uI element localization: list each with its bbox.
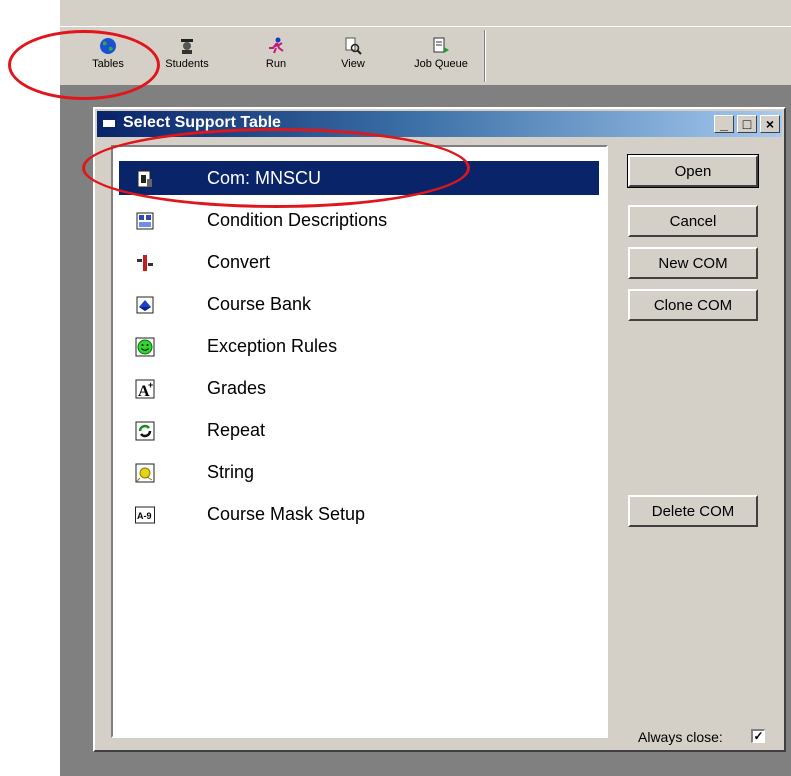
cancel-button[interactable]: Cancel [628, 205, 758, 237]
support-table-list[interactable]: Com: MNSCU Condition Descriptions Conver… [111, 145, 608, 738]
svg-text:+: + [148, 380, 153, 390]
list-item-string[interactable]: String [119, 455, 599, 489]
dialog-titlebar[interactable]: Select Support Table _ □ × [97, 111, 782, 137]
always-close-checkbox[interactable]: ✓ [751, 729, 765, 743]
com-table-icon [137, 170, 152, 188]
minimize-button[interactable]: _ [714, 115, 734, 133]
list-item-label: Exception Rules [207, 336, 338, 356]
smiley-icon [135, 337, 155, 357]
course-bank-icon [136, 296, 154, 314]
convert-icon [137, 255, 153, 271]
toolbar-item-label: View [341, 58, 365, 70]
list-item-repeat[interactable]: Repeat [119, 413, 599, 447]
open-button[interactable]: Open [627, 154, 759, 188]
string-ball-icon [135, 463, 155, 483]
maximize-button[interactable]: □ [737, 115, 757, 133]
new-com-button[interactable]: New COM [628, 247, 758, 279]
dialog-title: Select Support Table [123, 114, 281, 131]
svg-text:A-9: A-9 [137, 511, 152, 521]
list-item-convert[interactable]: Convert [119, 245, 599, 279]
globe-icon [100, 38, 116, 54]
toolbar-item-label: Tables [92, 58, 124, 70]
toolbar-item-label: Run [265, 58, 287, 70]
toolbar-tables-button[interactable]: Tables [80, 32, 136, 80]
list-item-label: Grades [207, 378, 267, 398]
toolbar-job-queue-button[interactable]: Job Queue [406, 32, 476, 80]
list-item-label: Condition Descriptions [207, 210, 388, 230]
toolbar-students-button[interactable]: Students [159, 32, 215, 80]
list-item-com-mnscu[interactable]: Com: MNSCU [119, 161, 599, 195]
list-item-condition-descriptions[interactable]: Condition Descriptions [119, 203, 599, 237]
toolbar-view-button[interactable]: View [325, 32, 381, 80]
list-item-label: Course Bank [207, 294, 312, 314]
runner-icon [269, 37, 284, 54]
select-support-table-dialog: Select Support Table _ □ × Com: MNSCU Co… [93, 107, 786, 752]
repeat-icon [135, 421, 155, 441]
a-9-mask-icon: A-9 [135, 506, 155, 524]
list-item-label: Com: MNSCU [207, 168, 322, 188]
toolbar-separator [484, 30, 486, 82]
list-item-grades[interactable]: A + Grades [119, 371, 599, 405]
clone-com-button[interactable]: Clone COM [628, 289, 758, 321]
list-item-label: String [207, 462, 255, 482]
student-icon [181, 39, 193, 54]
list-item-label: Convert [207, 252, 271, 272]
toolbar-run-button[interactable]: Run [248, 32, 304, 80]
close-button[interactable]: × [760, 115, 780, 133]
window-icon [101, 115, 117, 129]
list-item-course-mask-setup[interactable]: A-9 Course Mask Setup [119, 497, 599, 531]
always-close-label: Always close: [638, 729, 723, 745]
grade-a-plus-icon: A + [135, 379, 155, 399]
document-queue-icon [433, 37, 449, 53]
list-item-label: Repeat [207, 420, 266, 440]
toolbar-item-label: Students [165, 58, 209, 70]
magnifier-icon [345, 37, 362, 55]
toolbar-item-label: Job Queue [414, 58, 468, 70]
list-item-exception-rules[interactable]: Exception Rules [119, 329, 599, 363]
list-item-label: Course Mask Setup [207, 504, 366, 524]
list-item-course-bank[interactable]: Course Bank [119, 287, 599, 321]
condition-icon [136, 212, 154, 230]
delete-com-button[interactable]: Delete COM [628, 495, 758, 527]
